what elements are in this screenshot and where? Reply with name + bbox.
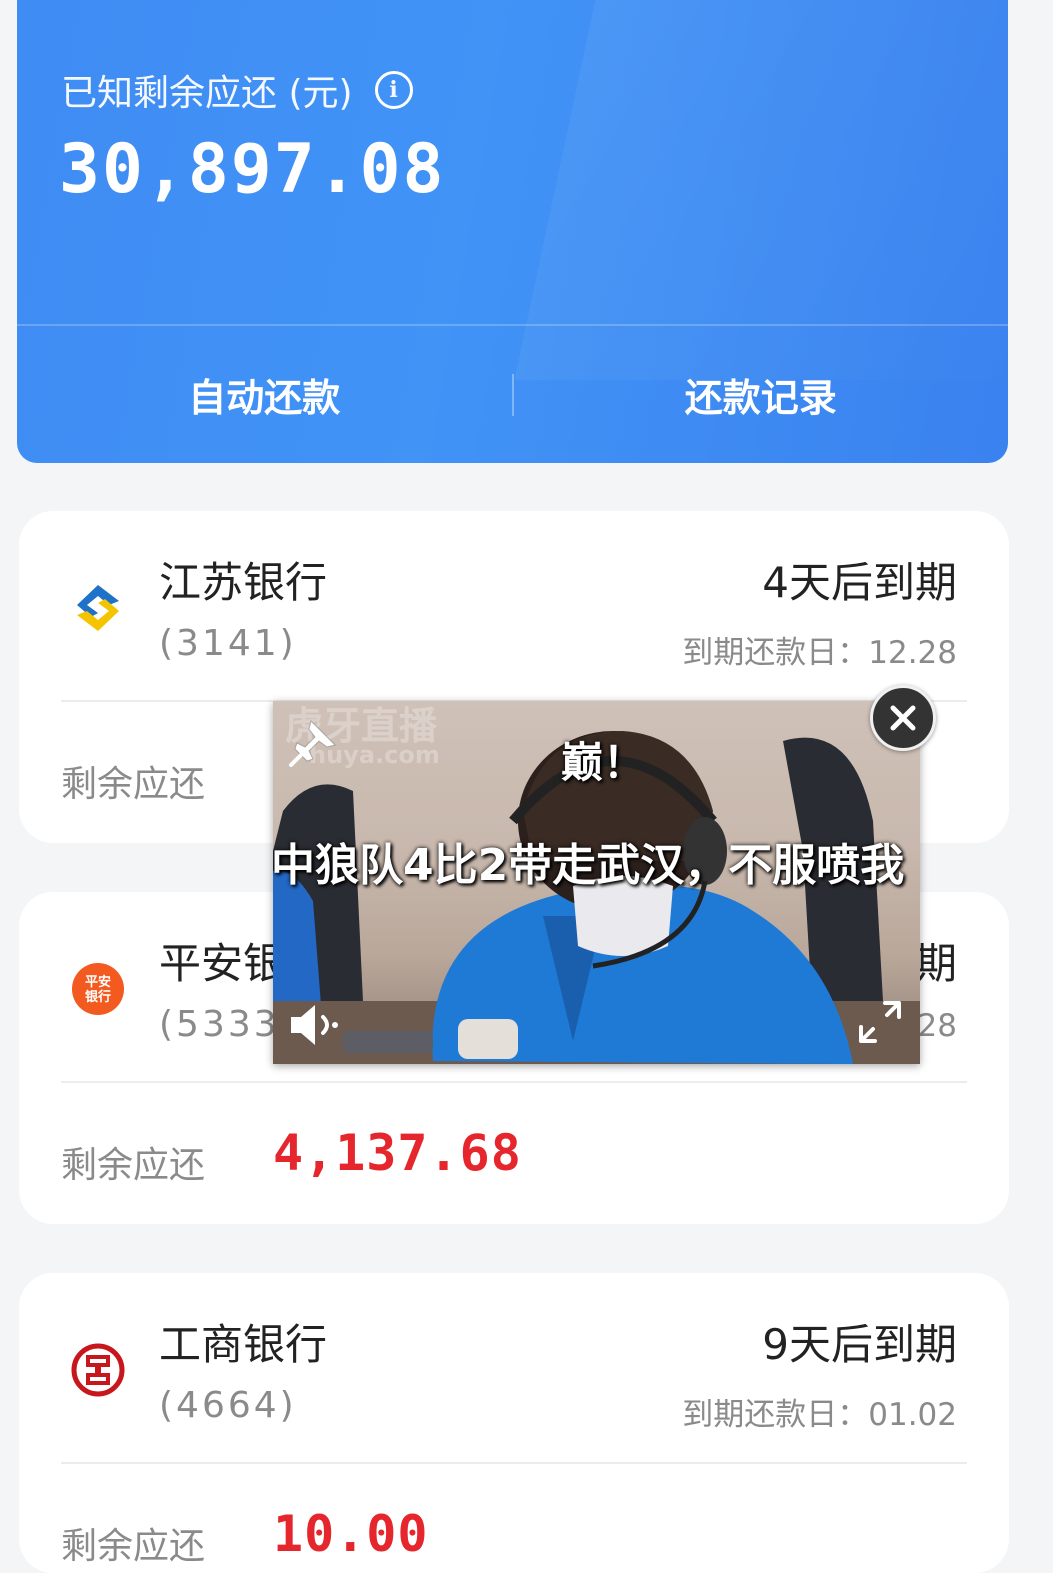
bank-of-jiangsu-logo xyxy=(77,585,119,631)
floating-video-player[interactable]: 虎牙直播 huya.com 巅！ 中狼队4比2带走武汉，不服喷我 xyxy=(273,701,920,1064)
due-date: 到期还款日：12.28 xyxy=(682,635,957,671)
video-caption-main: 中狼队4比2带走武汉，不服喷我 xyxy=(273,840,905,891)
due-in-days: 9天后到期 xyxy=(762,1320,957,1369)
remaining-label: 剩余应还 xyxy=(61,1145,206,1186)
bank-name: 江苏银行 xyxy=(159,558,328,607)
remaining-amount: 10.00 xyxy=(273,1505,429,1563)
summary-label: 已知剩余应还 (元) xyxy=(61,73,353,114)
icbc-logo xyxy=(71,1343,125,1397)
card-tail-number: (3141) xyxy=(159,623,297,664)
bank-card-icbc[interactable]: 工商银行 (4664) 9天后到期 到期还款日：01.02 剩余应还 10.00 xyxy=(19,1273,1009,1573)
info-icon[interactable]: i xyxy=(374,71,413,109)
card-tail-number: (4664) xyxy=(159,1385,297,1426)
due-in-days: 期 xyxy=(914,939,957,988)
due-date: 28 xyxy=(917,1008,957,1044)
remaining-label: 剩余应还 xyxy=(61,1526,206,1567)
close-video-button[interactable] xyxy=(870,685,936,751)
due-in-days: 4天后到期 xyxy=(762,558,957,607)
due-date: 到期还款日：01.02 xyxy=(682,1397,957,1433)
card-divider xyxy=(61,1462,967,1464)
summary-actions: 自动还款 还款记录 xyxy=(17,326,1008,463)
svg-text:银行: 银行 xyxy=(85,989,111,1005)
close-icon xyxy=(890,705,916,731)
pin-icon[interactable] xyxy=(289,715,341,767)
bank-name: 工商银行 xyxy=(159,1320,328,1369)
expand-icon[interactable] xyxy=(857,999,903,1045)
summary-label-row: 已知剩余应还 (元) i xyxy=(61,64,413,116)
remaining-amount: 4,137.68 xyxy=(273,1124,522,1182)
ping-an-bank-logo: 平安 银行 xyxy=(72,963,124,1015)
auto-repay-button[interactable]: 自动还款 xyxy=(17,367,512,422)
repay-records-button[interactable]: 还款记录 xyxy=(514,367,1009,422)
video-caption-top: 巅！ xyxy=(561,738,646,787)
volume-icon[interactable] xyxy=(287,1001,345,1049)
total-remaining-amount: 30,897.08 xyxy=(59,130,446,209)
remaining-label: 剩余应还 xyxy=(61,764,206,805)
svg-text:平安: 平安 xyxy=(85,974,111,990)
card-divider xyxy=(61,1081,967,1083)
summary-card: 已知剩余应还 (元) i 30,897.08 自动还款 还款记录 xyxy=(17,0,1008,463)
